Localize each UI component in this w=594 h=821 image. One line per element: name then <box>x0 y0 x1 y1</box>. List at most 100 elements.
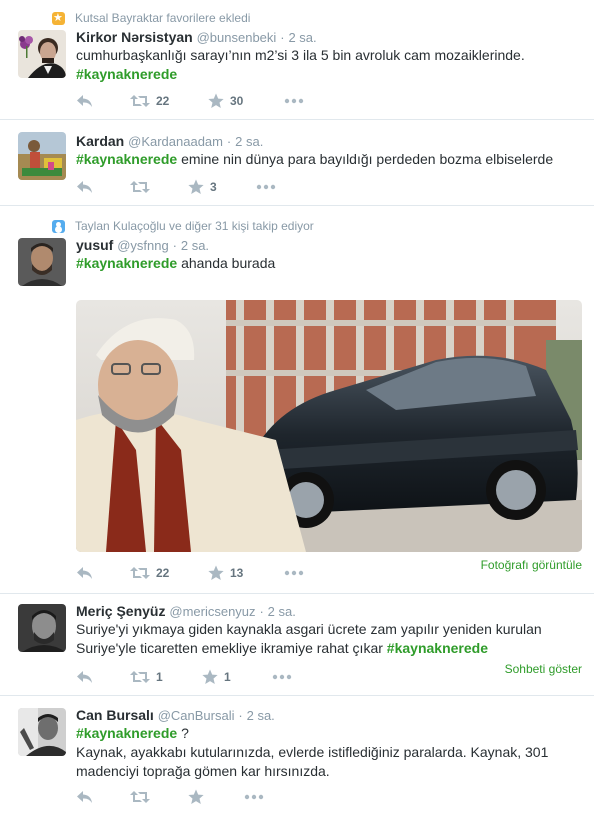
tweet-text: #kaynaknerede ? Kaynak, ayakkabı kutular… <box>76 724 576 781</box>
favorite-button[interactable]: 3 <box>188 178 217 196</box>
tweet-text-line: madenciyi toprağa gömen kar hırsınızda. <box>76 763 330 779</box>
show-conversation-link[interactable]: Sohbeti göster <box>505 662 582 676</box>
reply-button[interactable] <box>76 668 94 686</box>
reply-button[interactable] <box>76 564 94 582</box>
reply-icon <box>77 95 92 107</box>
view-photo-link[interactable]: Fotoğrafı görüntüle <box>481 558 582 572</box>
retweet-icon <box>130 567 150 579</box>
favorite-button[interactable]: 1 <box>202 668 231 686</box>
tweet-text: cumhurbaşkanlığı sarayı’nın m2’si 3 ila … <box>76 46 576 84</box>
reply-button[interactable] <box>76 178 94 196</box>
star-icon <box>188 179 204 194</box>
hashtag-link[interactable]: #kaynaknerede <box>76 725 177 741</box>
favorite-button[interactable]: 30 <box>208 92 243 110</box>
retweet-icon <box>130 95 150 107</box>
hashtag-link[interactable]: #kaynaknerede <box>76 151 177 167</box>
retweet-button[interactable]: 22 <box>130 564 169 582</box>
username[interactable]: @mericsenyuz <box>169 604 255 619</box>
tweet[interactable]: Kutsal Bayraktar favorilere ekledi Kirko… <box>0 0 594 120</box>
fullname[interactable]: Kardan <box>76 133 124 149</box>
more-button[interactable] <box>256 178 276 196</box>
tweet[interactable]: Taylan Kulaçoğlu ve diğer 31 kişi takip … <box>0 206 594 594</box>
avatar[interactable] <box>18 30 66 78</box>
retweet-icon <box>130 671 150 683</box>
tweet-text-line: Suriye'yle ticaretten emekliye ikramiye … <box>76 640 387 656</box>
tweet[interactable]: Meriç Şenyüz @mericsenyuz · 2 sa. Suriye… <box>0 594 594 696</box>
tweet-header: Kirkor Nərsistyan @bunsenbeki · 2 sa. <box>76 28 317 46</box>
star-icon <box>202 669 218 684</box>
retweet-button[interactable]: 22 <box>130 92 169 110</box>
more-button[interactable] <box>284 564 304 582</box>
retweet-count: 1 <box>156 670 163 684</box>
more-icon <box>272 674 292 680</box>
tweet-header: Kardan @Kardanaadam · 2 sa. <box>76 132 263 150</box>
favorite-count: 1 <box>224 670 231 684</box>
timeline: Kutsal Bayraktar favorilere ekledi Kirko… <box>0 0 594 821</box>
retweet-icon <box>130 181 150 193</box>
timestamp[interactable]: 2 sa. <box>268 604 296 619</box>
retweet-button[interactable] <box>130 178 150 196</box>
hashtag-link[interactable]: #kaynaknerede <box>76 255 177 271</box>
reply-icon <box>77 181 92 193</box>
favorite-button[interactable]: 13 <box>208 564 243 582</box>
tweet[interactable]: Can Bursalı @CanBursali · 2 sa. #kaynakn… <box>0 696 594 821</box>
tweet-text-body: emine nin dünya para bayıldığı perdeden … <box>177 151 554 167</box>
tweet-text: #kaynaknerede emine nin dünya para bayıl… <box>76 150 576 169</box>
star-icon <box>52 10 65 26</box>
context-text[interactable]: Taylan Kulaçoğlu ve diğer 31 kişi takip … <box>75 218 314 234</box>
star-icon <box>208 93 224 108</box>
retweet-count: 22 <box>156 566 170 580</box>
avatar[interactable] <box>18 238 66 286</box>
tweet[interactable]: Kardan @Kardanaadam · 2 sa. #kaynaknered… <box>0 120 594 206</box>
fullname[interactable]: Meriç Şenyüz <box>76 603 165 619</box>
favorite-count: 13 <box>230 566 244 580</box>
reply-icon <box>77 671 92 683</box>
star-icon <box>208 565 224 580</box>
more-icon <box>284 98 304 104</box>
fullname[interactable]: yusuf <box>76 237 113 253</box>
favorite-button[interactable] <box>188 788 204 806</box>
hashtag-link[interactable]: #kaynaknerede <box>76 66 177 82</box>
separator: · <box>172 238 177 253</box>
tweet-header: Can Bursalı @CanBursali · 2 sa. <box>76 706 275 724</box>
username[interactable]: @CanBursali <box>158 708 235 723</box>
timestamp[interactable]: 2 sa. <box>247 708 275 723</box>
tweet-context: Taylan Kulaçoğlu ve diğer 31 kişi takip … <box>52 218 314 234</box>
tweet-header: Meriç Şenyüz @mericsenyuz · 2 sa. <box>76 602 296 620</box>
username[interactable]: @Kardanaadam <box>128 134 223 149</box>
tweet-text-body: ahanda burada <box>177 255 276 271</box>
retweet-button[interactable] <box>130 788 150 806</box>
timestamp[interactable]: 2 sa. <box>181 238 209 253</box>
reply-button[interactable] <box>76 92 94 110</box>
hashtag-link[interactable]: #kaynaknerede <box>387 640 488 656</box>
tweet-text-line: Suriye'yi yıkmaya giden kaynakla asgari … <box>76 621 542 637</box>
reply-icon <box>77 791 92 803</box>
retweet-button[interactable]: 1 <box>130 668 163 686</box>
favorite-count: 3 <box>210 180 217 194</box>
tweet-text-line: cumhurbaşkanlığı sarayı’nın m2’si 3 ila … <box>76 47 525 63</box>
more-button[interactable] <box>244 788 264 806</box>
more-button[interactable] <box>284 92 304 110</box>
avatar[interactable] <box>18 604 66 652</box>
more-button[interactable] <box>272 668 292 686</box>
fullname[interactable]: Can Bursalı <box>76 707 154 723</box>
fullname[interactable]: Kirkor Nərsistyan <box>76 29 193 45</box>
retweet-count: 22 <box>156 94 170 108</box>
tweet-text: #kaynaknerede ahanda burada <box>76 254 576 273</box>
more-icon <box>244 794 264 800</box>
timestamp[interactable]: 2 sa. <box>288 30 316 45</box>
separator: · <box>259 604 264 619</box>
avatar[interactable] <box>18 708 66 756</box>
username[interactable]: @bunsenbeki <box>197 30 277 45</box>
separator: · <box>280 30 285 45</box>
person-icon <box>52 219 65 233</box>
more-icon <box>284 570 304 576</box>
context-text[interactable]: Kutsal Bayraktar favorilere ekledi <box>75 10 250 26</box>
tweet-photo[interactable] <box>76 300 582 552</box>
username[interactable]: @ysfnng <box>117 238 169 253</box>
retweet-icon <box>130 791 150 803</box>
timestamp[interactable]: 2 sa. <box>235 134 263 149</box>
avatar[interactable] <box>18 132 66 180</box>
reply-button[interactable] <box>76 788 94 806</box>
reply-icon <box>77 567 92 579</box>
